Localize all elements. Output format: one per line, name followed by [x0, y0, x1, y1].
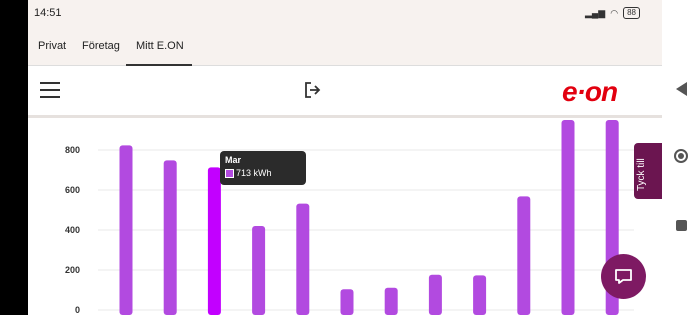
android-nav-bar: [662, 0, 700, 315]
bar-nov[interactable]: [561, 120, 575, 315]
y-tick-label: 600: [65, 185, 80, 195]
bar-aug[interactable]: [428, 274, 442, 315]
menu-icon[interactable]: [40, 82, 60, 98]
battery-icon: 88: [623, 7, 640, 19]
chat-button[interactable]: [601, 254, 646, 299]
y-tick-label: 0: [75, 305, 80, 315]
phone-screen: 14:51 ▂▄▆ ◠ 88 Privat Företag Mitt E.ON …: [28, 0, 662, 315]
bar-jan[interactable]: [119, 145, 133, 315]
back-icon[interactable]: [676, 82, 688, 96]
status-bar: 14:51 ▂▄▆ ◠ 88: [28, 0, 662, 28]
feedback-tab[interactable]: Tyck till: [634, 143, 662, 199]
eon-logo[interactable]: e·on: [562, 76, 618, 108]
y-tick-label: 400: [65, 225, 80, 235]
status-icons: ▂▄▆ ◠ 88: [585, 7, 640, 19]
y-tick-label: 800: [65, 145, 80, 155]
tooltip-value: 713 kWh: [236, 168, 272, 178]
screen-left-edge: [0, 0, 28, 315]
logout-icon[interactable]: [302, 80, 322, 100]
chart-tooltip: Mar 713 kWh: [220, 151, 306, 185]
tooltip-swatch: [225, 169, 234, 179]
signal-icon: ▂▄▆: [585, 7, 606, 18]
tab-privat[interactable]: Privat: [38, 40, 66, 52]
wifi-icon: ◠: [610, 7, 619, 18]
y-tick-label: 200: [65, 265, 80, 275]
bar-oct[interactable]: [517, 196, 531, 315]
bar-jun[interactable]: [340, 289, 354, 315]
status-time: 14:51: [34, 7, 62, 19]
tab-mitt-eon[interactable]: Mitt E.ON: [136, 40, 184, 52]
feedback-label: Tyck till: [636, 158, 647, 191]
home-icon[interactable]: [674, 149, 688, 163]
bar-may[interactable]: [296, 203, 310, 315]
tab-foretag[interactable]: Företag: [82, 40, 120, 52]
consumption-chart: 0 200 400 600 800: [65, 120, 634, 315]
bar-feb[interactable]: [163, 160, 177, 315]
top-tabs: Privat Företag Mitt E.ON: [28, 28, 662, 66]
bar-mar[interactable]: [207, 167, 221, 315]
recent-apps-icon[interactable]: [676, 220, 687, 231]
bar-sep[interactable]: [473, 275, 487, 315]
bar-jul[interactable]: [384, 287, 398, 315]
tooltip-month: Mar: [225, 155, 242, 165]
header: e·on: [28, 66, 662, 118]
chat-icon: [615, 269, 632, 284]
bar-apr[interactable]: [252, 226, 266, 315]
